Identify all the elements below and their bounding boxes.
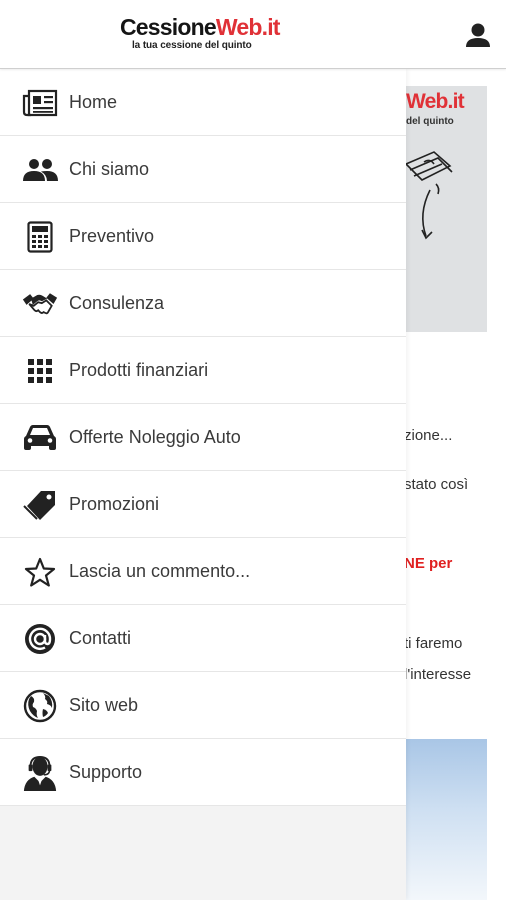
background-text: ti faremo (404, 635, 463, 652)
logo-tagline: la tua cessione del quinto (132, 40, 252, 51)
menu-item-contatti[interactable]: Contatti (0, 605, 406, 672)
globe-icon (22, 689, 58, 723)
menu-item-consulenza[interactable]: Consulenza (0, 270, 406, 337)
menu-item-label: Preventivo (69, 225, 155, 246)
logo-name-part2: Web.it (215, 14, 281, 40)
newspaper-icon (22, 86, 58, 120)
money-illustration (404, 151, 453, 240)
menu-item-label: Contatti (69, 627, 132, 648)
menu-item-label: Home (69, 91, 118, 112)
background-text: zione... (404, 427, 453, 444)
background-highlight-text: NE per (404, 555, 453, 572)
at-icon (22, 622, 58, 656)
menu-item-label: Lascia un commento... (69, 560, 251, 581)
background-banner-subtitle: del quinto (406, 116, 454, 127)
menu-item-label: Sito web (69, 694, 139, 715)
support-agent-icon (22, 755, 58, 791)
user-account-button[interactable] (462, 20, 494, 52)
tags-icon (22, 488, 58, 522)
navigation-drawer: Home Chi siamo Preventivo Consulenza Pro… (0, 69, 406, 900)
logo-name-part1: Cessione (120, 14, 217, 40)
menu-item-sito-web[interactable]: Sito web (0, 672, 406, 739)
logo-wordmark: CessioneWeb.it (120, 14, 290, 40)
background-text: stato così (404, 476, 469, 493)
background-banner-title: Web.it (406, 90, 465, 113)
menu-item-label: Prodotti finanziari (69, 359, 209, 380)
star-icon (22, 555, 58, 589)
people-icon (22, 153, 58, 187)
menu-item-chi-siamo[interactable]: Chi siamo (0, 136, 406, 203)
car-icon (22, 421, 58, 455)
menu-item-promozioni[interactable]: Promozioni (0, 471, 406, 538)
menu-item-prodotti-finanziari[interactable]: Prodotti finanziari (0, 337, 406, 404)
menu-item-label: Promozioni (69, 493, 160, 514)
calculator-icon (22, 220, 58, 254)
menu-item-lascia-un-commento[interactable]: Lascia un commento... (0, 538, 406, 605)
menu-item-offerte-noleggio-auto[interactable]: Offerte Noleggio Auto (0, 404, 406, 471)
handshake-icon (22, 287, 58, 321)
menu-item-label: Consulenza (69, 292, 165, 313)
logo[interactable]: CessioneWeb.it la tua cessione del quint… (120, 14, 290, 54)
menu-item-home[interactable]: Home (0, 69, 406, 136)
background-text: l'interesse (404, 666, 472, 683)
grid-icon (22, 354, 58, 388)
menu-item-label: Supporto (69, 761, 143, 782)
menu-item-label: Offerte Noleggio Auto (69, 426, 241, 447)
app-header: CessioneWeb.it la tua cessione del quint… (0, 0, 506, 69)
menu-item-supporto[interactable]: Supporto (0, 739, 406, 806)
user-icon (466, 23, 490, 47)
menu-item-preventivo[interactable]: Preventivo (0, 203, 406, 270)
menu-item-label: Chi siamo (69, 158, 150, 179)
